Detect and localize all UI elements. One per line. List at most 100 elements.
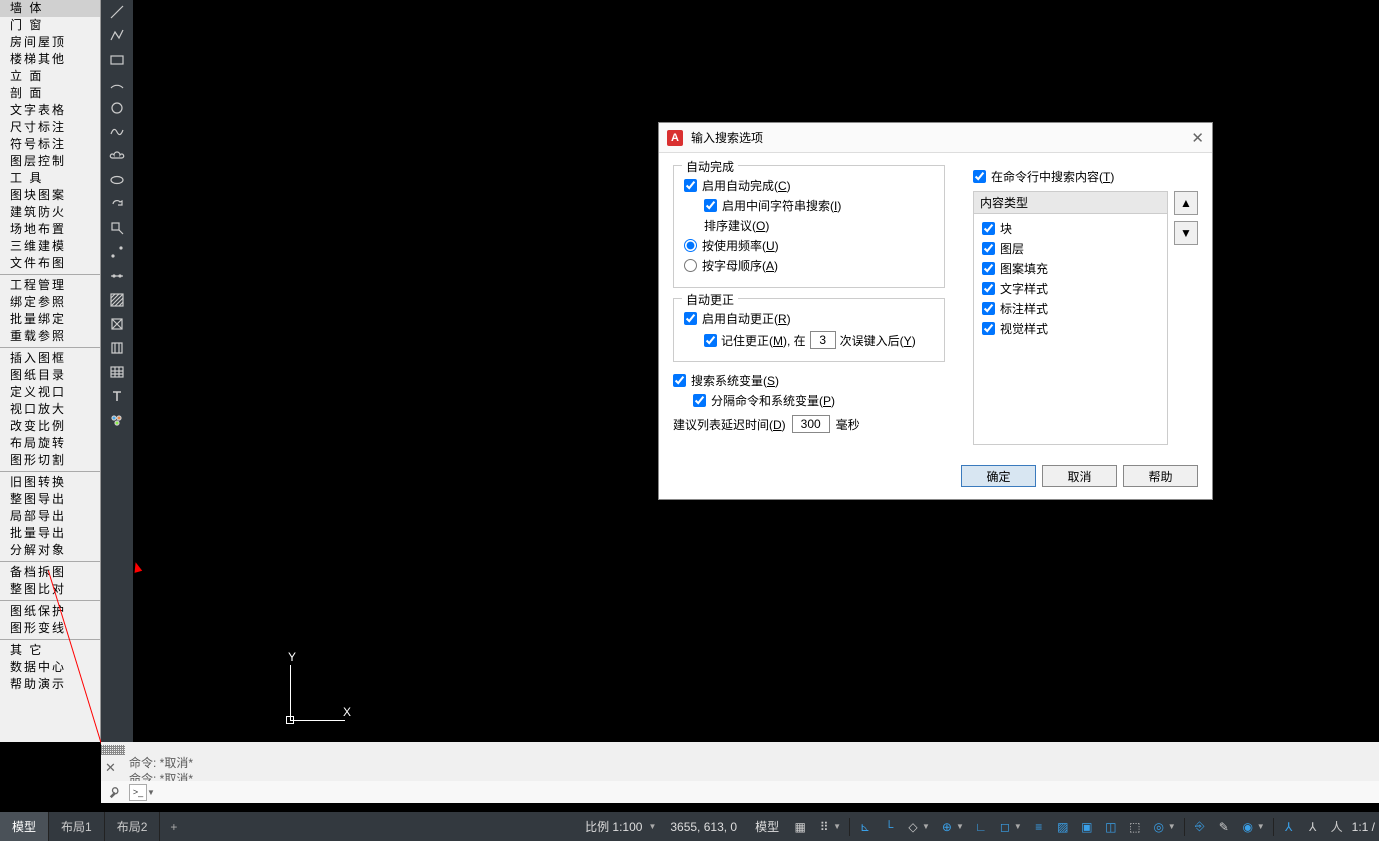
sidebar-item[interactable]: 尺寸标注 — [0, 119, 100, 136]
sidebar-item[interactable]: 墙 体 — [0, 0, 100, 17]
sidebar-item[interactable]: 剖 面 — [0, 85, 100, 102]
chevron-down-icon[interactable]: ▼ — [147, 788, 157, 797]
dialog-titlebar[interactable]: A 输入搜索选项 ✕ — [659, 123, 1212, 153]
line-icon[interactable] — [107, 2, 127, 22]
table-icon[interactable] — [107, 362, 127, 382]
sidebar-item[interactable]: 工程管理 — [0, 277, 100, 294]
sidebar-item[interactable]: 整图比对 — [0, 581, 100, 598]
sidebar-item[interactable]: 改变比例 — [0, 418, 100, 435]
sidebar-item[interactable]: 视口放大 — [0, 401, 100, 418]
sort-frequency-radio[interactable]: 按使用频率(U) — [684, 237, 934, 254]
move-down-button[interactable]: ▼ — [1174, 221, 1198, 245]
ratio-text[interactable]: 1:1 / — [1350, 820, 1377, 834]
snap-icon[interactable]: ⠿ — [813, 816, 835, 838]
add-tab-button[interactable]: + — [160, 820, 187, 834]
content-type-checkbox[interactable]: 图案填充 — [982, 260, 1159, 277]
sidebar-item[interactable]: 图纸目录 — [0, 367, 100, 384]
dynamic-icon[interactable]: ◎ — [1148, 816, 1170, 838]
polar-icon[interactable]: └ — [878, 816, 900, 838]
drag-handle-icon[interactable] — [101, 745, 125, 755]
arc-icon[interactable] — [107, 74, 127, 94]
command-input[interactable]: >_ — [129, 784, 147, 801]
region-icon[interactable] — [107, 314, 127, 334]
ok-button[interactable]: 确定 — [961, 465, 1036, 487]
help-button[interactable]: 帮助 — [1123, 465, 1198, 487]
hatch-icon[interactable] — [107, 290, 127, 310]
sidebar-item[interactable]: 批量绑定 — [0, 311, 100, 328]
sidebar-item[interactable]: 数据中心 — [0, 659, 100, 676]
sidebar-item[interactable]: 三维建模 — [0, 238, 100, 255]
mistype-count-input[interactable] — [810, 331, 836, 349]
sidebar-item[interactable]: 绑定参照 — [0, 294, 100, 311]
sidebar-item[interactable]: 工 具 — [0, 170, 100, 187]
separate-sysvar-checkbox[interactable]: 分隔命令和系统变量(P) — [693, 392, 945, 409]
grid-icon[interactable]: ▦ — [789, 816, 811, 838]
ellipse-icon[interactable] — [107, 170, 127, 190]
chevron-down-icon[interactable]: ▼ — [648, 822, 656, 831]
layout-tab[interactable]: 模型 — [0, 812, 49, 841]
sidebar-item[interactable]: 批量导出 — [0, 525, 100, 542]
osnap-icon[interactable]: ∟ — [970, 816, 992, 838]
sidebar-item[interactable]: 图形切割 — [0, 452, 100, 469]
sidebar-item[interactable]: 图层控制 — [0, 153, 100, 170]
chevron-down-icon[interactable]: ▼ — [833, 822, 841, 831]
delay-input[interactable] — [792, 415, 830, 433]
mode-text[interactable]: 模型 — [747, 818, 787, 835]
sidebar-item[interactable]: 插入图框 — [0, 350, 100, 367]
sidebar-item[interactable]: 局部导出 — [0, 508, 100, 525]
close-icon[interactable]: ✕ — [1191, 129, 1204, 147]
sc-icon[interactable]: ⎆ — [1189, 816, 1211, 838]
sidebar-item[interactable]: 符号标注 — [0, 136, 100, 153]
move-up-button[interactable]: ▲ — [1174, 191, 1198, 215]
sidebar-item[interactable]: 分解对象 — [0, 542, 100, 559]
sidebar-item[interactable]: 图形变线 — [0, 620, 100, 637]
midstring-search-checkbox[interactable]: 启用中间字符串搜索(I) — [704, 197, 934, 214]
transparency-icon[interactable]: ▨ — [1052, 816, 1074, 838]
chevron-down-icon[interactable]: ▼ — [922, 822, 930, 831]
enable-autocorrect-checkbox[interactable]: 启用自动更正(R) — [684, 310, 934, 327]
cancel-button[interactable]: 取消 — [1042, 465, 1117, 487]
sidebar-item[interactable]: 旧图转换 — [0, 474, 100, 491]
redo-icon[interactable] — [107, 194, 127, 214]
sort-alpha-radio[interactable]: 按字母顺序(A) — [684, 257, 934, 274]
spline-icon[interactable] — [107, 122, 127, 142]
ann2-icon[interactable]: ⅄ — [1302, 816, 1324, 838]
scale-text[interactable]: 比例 1:100 — [577, 818, 650, 835]
insert-icon[interactable] — [107, 218, 127, 238]
polyline-icon[interactable] — [107, 26, 127, 46]
chevron-down-icon[interactable]: ▼ — [1014, 822, 1022, 831]
search-in-cmdline-checkbox[interactable]: 在命令行中搜索内容(T) — [973, 168, 1198, 185]
sidebar-item[interactable]: 布局旋转 — [0, 435, 100, 452]
sidebar-item[interactable]: 文件布图 — [0, 255, 100, 272]
ortho-icon[interactable]: ⊾ — [854, 816, 876, 838]
sidebar-item[interactable]: 房间屋顶 — [0, 34, 100, 51]
layout-tab[interactable]: 布局2 — [105, 812, 161, 841]
sidebar-item[interactable]: 楼梯其他 — [0, 51, 100, 68]
color-icon[interactable] — [107, 410, 127, 430]
sidebar-item[interactable]: 重载参照 — [0, 328, 100, 345]
sidebar-item[interactable]: 图纸保护 — [0, 603, 100, 620]
sidebar-item[interactable]: 其 它 — [0, 642, 100, 659]
sidebar-item[interactable]: 文字表格 — [0, 102, 100, 119]
sidebar-item[interactable]: 门 窗 — [0, 17, 100, 34]
content-type-checkbox[interactable]: 标注样式 — [982, 300, 1159, 317]
content-type-checkbox[interactable]: 图层 — [982, 240, 1159, 257]
sidebar-item[interactable]: 定义视口 — [0, 384, 100, 401]
rect-icon[interactable] — [107, 50, 127, 70]
sidebar-item[interactable]: 图块图案 — [0, 187, 100, 204]
otrack-icon[interactable]: ◻ — [994, 816, 1016, 838]
iso-icon[interactable]: ◇ — [902, 816, 924, 838]
ann-icon[interactable]: ⅄ — [1278, 816, 1300, 838]
layout-tab[interactable]: 布局1 — [49, 812, 105, 841]
enable-autocomplete-checkbox[interactable]: 启用自动完成(C) — [684, 177, 934, 194]
chevron-down-icon[interactable]: ▼ — [956, 822, 964, 831]
sidebar-item[interactable]: 场地布置 — [0, 221, 100, 238]
divide-icon[interactable] — [107, 266, 127, 286]
sidebar-item[interactable]: 立 面 — [0, 68, 100, 85]
polartrack-icon[interactable]: ⊕ — [936, 816, 958, 838]
content-type-checkbox[interactable]: 视觉样式 — [982, 320, 1159, 337]
point-icon[interactable] — [107, 242, 127, 262]
panel-close-icon[interactable]: ✕ — [105, 760, 116, 776]
wrench-icon[interactable] — [107, 783, 125, 801]
lineweight-icon[interactable]: ≡ — [1028, 816, 1050, 838]
